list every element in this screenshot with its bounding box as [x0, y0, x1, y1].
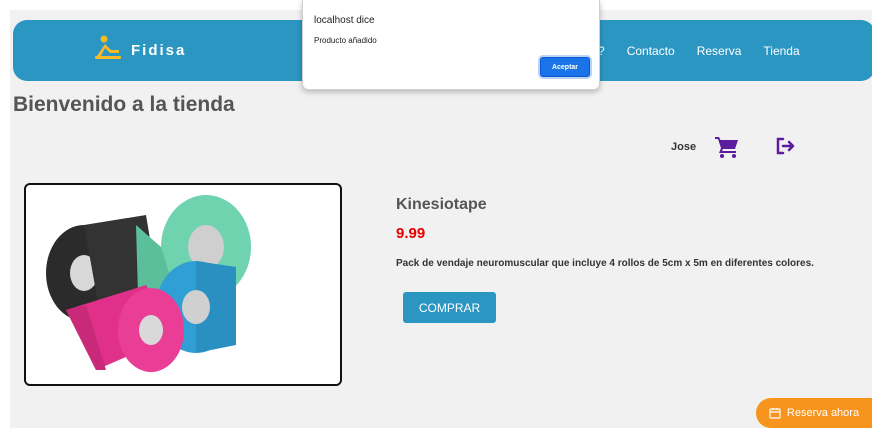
alert-dialog: localhost dice Producto añadido Aceptar [302, 0, 600, 90]
calendar-icon [769, 408, 781, 419]
product-price: 9.99 [396, 225, 426, 242]
nav-link-reserva[interactable]: Reserva [697, 44, 742, 58]
nav-links: ? Contacto Reserva Tienda [598, 20, 822, 81]
logout-button[interactable] [776, 137, 796, 160]
brand-logo[interactable]: Fidisa [93, 20, 186, 81]
product-image [24, 183, 342, 386]
cart-button[interactable] [715, 136, 739, 163]
reserva-ahora-label: Reserva ahora [786, 407, 860, 419]
nav-link-tienda[interactable]: Tienda [763, 44, 799, 58]
massage-logo-icon [93, 34, 123, 67]
product-name: Kinesiotape [396, 196, 487, 213]
logout-icon [776, 137, 795, 155]
brand-name: Fidisa [131, 42, 187, 59]
dialog-message: Producto añadido [314, 36, 377, 45]
cart-icon [715, 137, 738, 158]
reserva-ahora-button[interactable]: Reserva ahora [756, 398, 872, 428]
nav-link-contacto[interactable]: Contacto [627, 44, 675, 58]
user-name: Jose [671, 141, 697, 153]
buy-button[interactable]: COMPRAR [403, 292, 496, 323]
page-title: Bienvenido a la tienda [13, 93, 235, 116]
dialog-ok-button[interactable]: Aceptar [540, 57, 590, 77]
product-description: Pack de vendaje neuromuscular que incluy… [396, 258, 814, 269]
dialog-title: localhost dice [314, 15, 375, 26]
user-info: Jose [671, 135, 696, 159]
